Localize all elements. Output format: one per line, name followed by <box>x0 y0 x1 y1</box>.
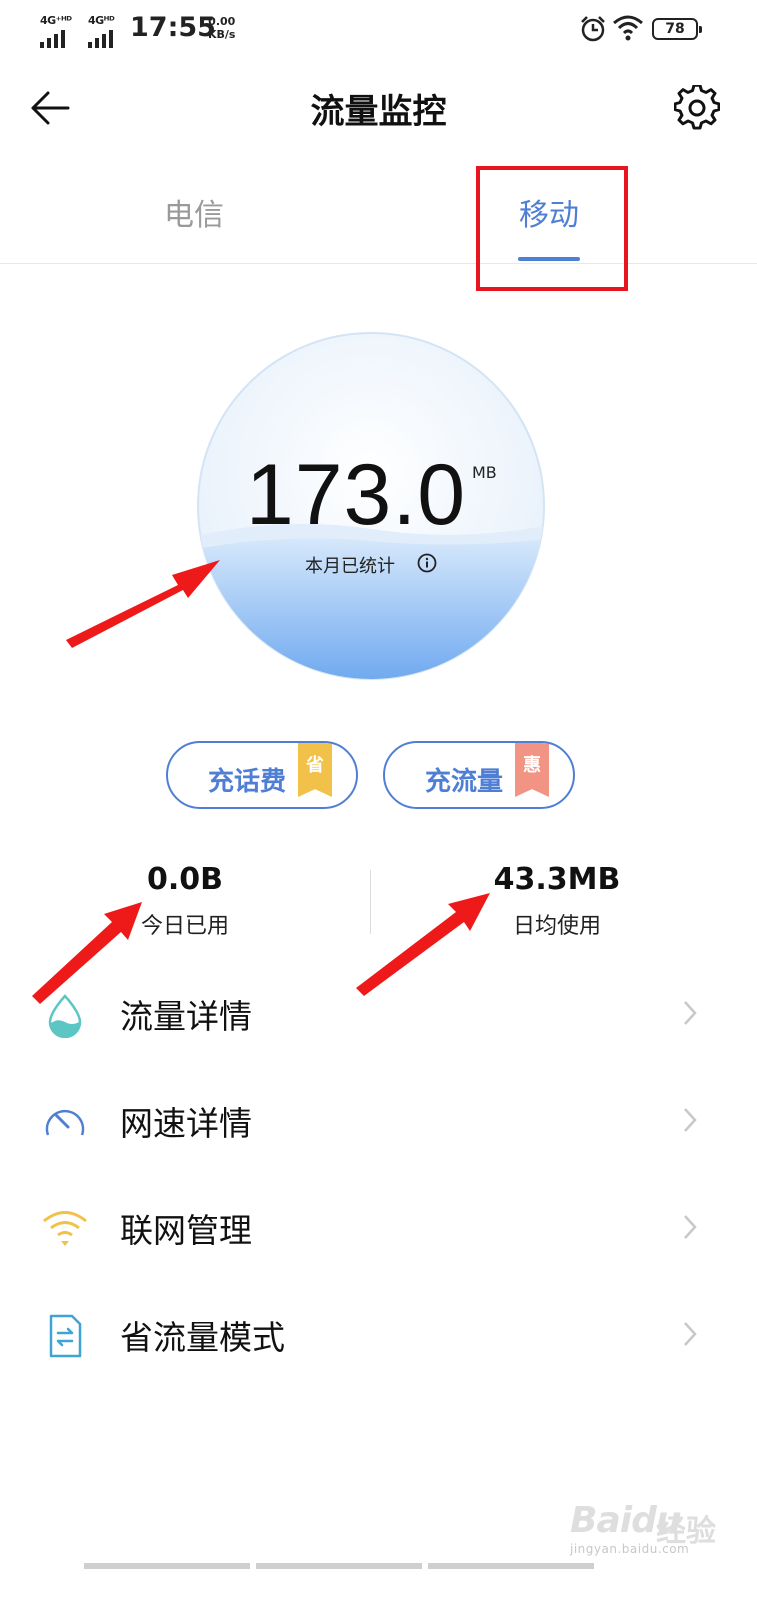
daily-average-value: 43.3MB <box>493 862 621 897</box>
chevron-right-icon <box>684 1108 697 1132</box>
network-speed: 0.00 KB/s <box>208 15 235 41</box>
gear-icon[interactable] <box>674 85 720 131</box>
recharge-data-label: 充流量 <box>425 767 504 797</box>
wifi-status-icon <box>613 15 643 41</box>
recharge-credit-button[interactable]: 充话费 省 <box>166 741 358 809</box>
signal-bars-2-icon <box>88 30 113 48</box>
status-time: 17:55 <box>130 12 216 43</box>
network-type-1: 4G⁺ᴴᴰ <box>40 14 72 27</box>
stats-divider <box>370 870 371 934</box>
network-type-2: 4Gᴴᴰ <box>88 14 115 27</box>
battery-indicator: 78 <box>652 18 702 40</box>
monthly-usage-unit: MB <box>472 463 497 482</box>
bottom-bar-segment <box>84 1563 250 1569</box>
status-bar: 4G⁺ᴴᴰ 4Gᴴᴰ 17:55 0.00 KB/s 78 <box>0 0 757 60</box>
speedometer-icon <box>45 1109 85 1136</box>
info-icon[interactable] <box>417 553 437 573</box>
discount-badge: 惠 <box>515 743 549 797</box>
watermark-site: jingyan.baidu.com <box>570 1542 690 1556</box>
monthly-usage-value: 173.0 <box>196 446 546 545</box>
chevron-right-icon <box>684 1322 697 1346</box>
bottom-bar-segment <box>428 1563 594 1569</box>
daily-average-label: 日均使用 <box>512 914 601 939</box>
save-badge: 省 <box>298 743 332 797</box>
tab-telecom[interactable]: 电信 <box>114 190 274 234</box>
today-usage-label: 今日已用 <box>140 914 229 939</box>
menu-label-data-saver: 省流量模式 <box>120 1318 285 1357</box>
water-drop-icon <box>48 994 82 1038</box>
speed-unit: KB/s <box>208 28 236 41</box>
recharge-credit-label: 充话费 <box>208 767 287 797</box>
recharge-data-button[interactable]: 充流量 惠 <box>383 741 575 809</box>
alarm-icon <box>581 16 605 42</box>
menu-item-network-management[interactable]: 联网管理 <box>0 1176 757 1276</box>
wifi-icon <box>43 1211 87 1246</box>
menu-label-network-management: 联网管理 <box>120 1211 252 1250</box>
bottom-bar-segment <box>256 1563 422 1569</box>
chevron-right-icon <box>684 1215 697 1239</box>
menu-item-speed-details[interactable]: 网速详情 <box>0 1069 757 1169</box>
monthly-usage-caption: 本月已统计 <box>305 556 395 577</box>
menu-item-data-saver[interactable]: 省流量模式 <box>0 1283 757 1383</box>
menu-item-data-details[interactable]: 流量详情 <box>0 962 757 1062</box>
annotation-highlight-box <box>476 166 628 291</box>
signal-bars-1-icon <box>40 30 65 48</box>
speed-value: 0.00 <box>208 15 236 28</box>
document-swap-icon <box>49 1314 82 1358</box>
monthly-usage-number: 173.0 <box>245 447 467 543</box>
tab-divider <box>0 263 757 264</box>
menu-label-data-details: 流量详情 <box>120 997 252 1036</box>
page-title: 流量监控 <box>310 92 447 132</box>
today-usage-value: 0.0B <box>146 862 223 897</box>
chevron-right-icon <box>684 1001 697 1025</box>
menu-label-speed-details: 网速详情 <box>120 1104 252 1143</box>
